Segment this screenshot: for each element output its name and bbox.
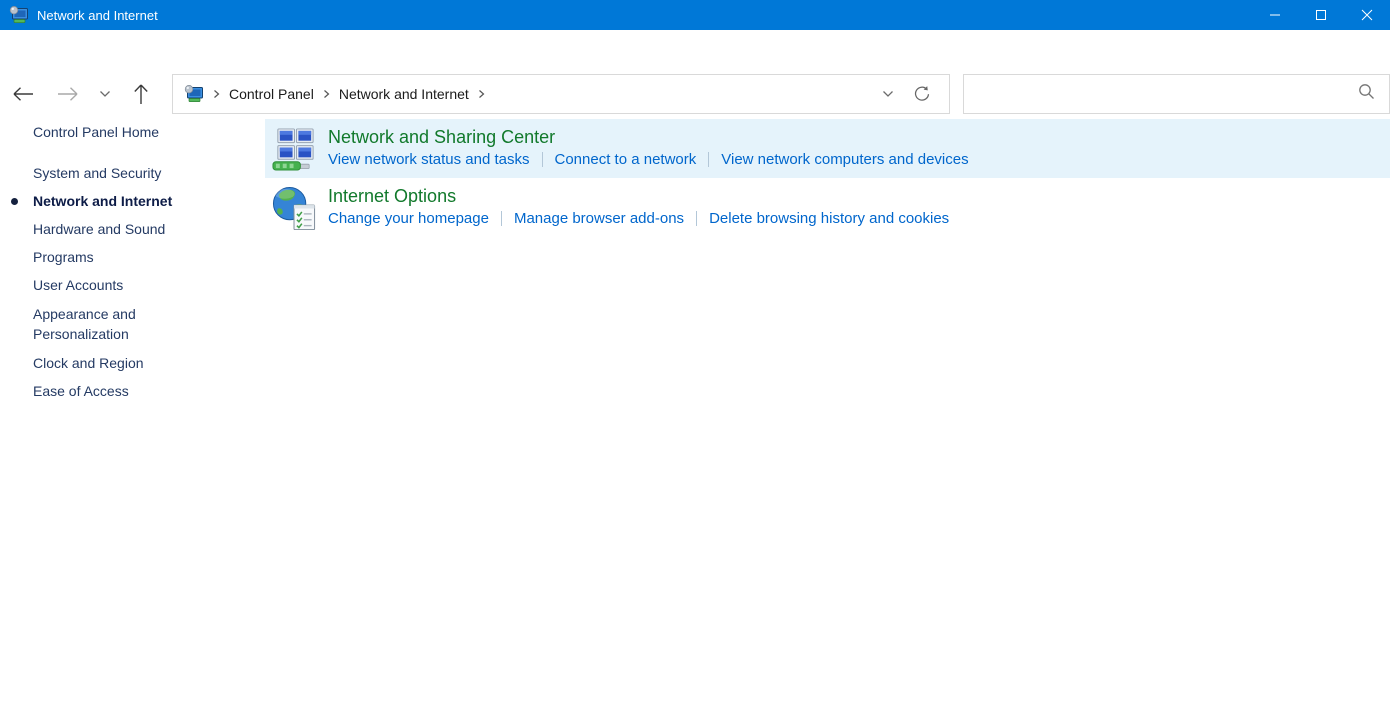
category-text: Internet Options Change your homepage Ma… xyxy=(328,183,949,227)
link-view-network-status-and-tasks[interactable]: View network status and tasks xyxy=(328,151,530,168)
link-delete-browsing-history-and-cookies[interactable]: Delete browsing history and cookies xyxy=(709,210,949,227)
minimize-button[interactable] xyxy=(1252,0,1298,30)
category-text: Network and Sharing Center View network … xyxy=(328,124,969,168)
category-title-network-and-sharing-center[interactable]: Network and Sharing Center xyxy=(328,127,969,148)
control-panel-icon xyxy=(184,84,204,104)
sidebar-item-clock-and-region[interactable]: Clock and Region xyxy=(0,349,230,377)
close-button[interactable] xyxy=(1344,0,1390,30)
chevron-down-icon[interactable] xyxy=(871,75,905,113)
link-separator xyxy=(542,152,543,167)
window-title: Network and Internet xyxy=(37,8,158,23)
control-panel-icon xyxy=(9,5,29,25)
search-box xyxy=(963,74,1390,114)
sidebar-item-label: Network and Internet xyxy=(33,193,172,209)
breadcrumb-item-control-panel[interactable]: Control Panel xyxy=(229,86,314,102)
link-separator xyxy=(696,211,697,226)
sidebar: Control Panel Home System and Security N… xyxy=(0,96,265,723)
search-icon[interactable] xyxy=(1358,83,1375,105)
sidebar-item-ease-of-access[interactable]: Ease of Access xyxy=(0,377,230,405)
window-controls xyxy=(1252,0,1390,30)
link-manage-browser-add-ons[interactable]: Manage browser add-ons xyxy=(514,210,684,227)
breadcrumb-item-network-and-internet[interactable]: Network and Internet xyxy=(339,86,469,102)
active-item-bullet xyxy=(11,198,18,205)
forward-arrow-icon[interactable] xyxy=(52,79,84,109)
breadcrumb-chevron-icon xyxy=(323,89,330,99)
link-separator xyxy=(501,211,502,226)
internet-options-icon[interactable] xyxy=(271,185,318,232)
refresh-icon[interactable] xyxy=(905,75,939,113)
control-panel-window: Network and Internet xyxy=(0,0,1390,723)
titlebar: Network and Internet xyxy=(0,0,1390,30)
sidebar-item-network-and-internet[interactable]: Network and Internet xyxy=(0,187,230,215)
sidebar-item-hardware-and-sound[interactable]: Hardware and Sound xyxy=(0,215,230,243)
sidebar-item-appearance-and-personalization[interactable]: Appearance and Personalization xyxy=(0,299,150,349)
category-internet-options: Internet Options Change your homepage Ma… xyxy=(265,178,1390,237)
link-separator xyxy=(708,152,709,167)
breadcrumb-chevron-icon xyxy=(478,89,485,99)
recent-pages-chevron-icon[interactable] xyxy=(91,79,119,109)
up-arrow-icon[interactable] xyxy=(125,79,157,109)
network-sharing-center-icon[interactable] xyxy=(271,126,318,173)
category-links: View network status and tasks Connect to… xyxy=(328,151,969,168)
address-bar[interactable]: Control Panel Network and Internet xyxy=(172,74,950,114)
category-title-internet-options[interactable]: Internet Options xyxy=(328,186,949,207)
breadcrumb-chevron-icon xyxy=(213,89,220,99)
back-arrow-icon[interactable] xyxy=(7,79,39,109)
category-network-and-sharing-center: Network and Sharing Center View network … xyxy=(265,119,1390,178)
main-content: Network and Sharing Center View network … xyxy=(265,96,1390,723)
category-links: Change your homepage Manage browser add-… xyxy=(328,210,949,227)
navigation-bar: Control Panel Network and Internet xyxy=(0,30,1390,96)
link-change-your-homepage[interactable]: Change your homepage xyxy=(328,210,489,227)
sidebar-item-system-and-security[interactable]: System and Security xyxy=(0,159,230,187)
search-input[interactable] xyxy=(964,75,1358,113)
sidebar-item-control-panel-home[interactable]: Control Panel Home xyxy=(0,118,230,146)
link-connect-to-a-network[interactable]: Connect to a network xyxy=(555,151,697,168)
sidebar-item-programs[interactable]: Programs xyxy=(0,243,230,271)
maximize-button[interactable] xyxy=(1298,0,1344,30)
link-view-network-computers-and-devices[interactable]: View network computers and devices xyxy=(721,151,968,168)
sidebar-item-user-accounts[interactable]: User Accounts xyxy=(0,271,230,299)
window-body: Control Panel Home System and Security N… xyxy=(0,96,1390,723)
